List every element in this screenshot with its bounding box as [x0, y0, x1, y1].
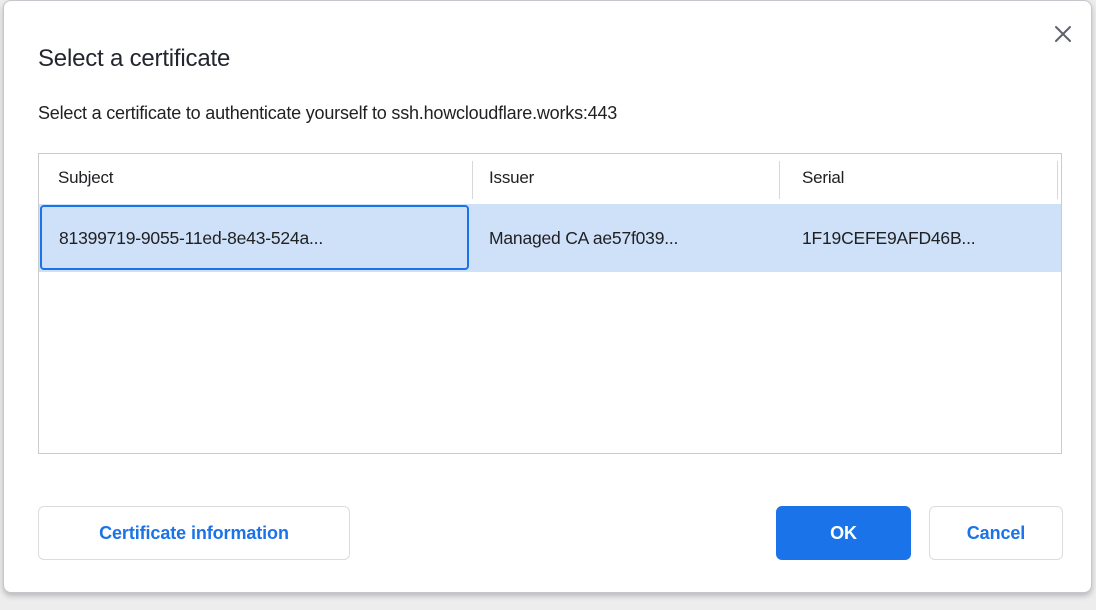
dialog-subtitle: Select a certificate to authenticate you… [38, 103, 617, 124]
certificate-row-selected[interactable]: 81399719-9055-11ed-8e43-524a... Managed … [39, 204, 1061, 272]
column-divider [472, 161, 473, 199]
column-divider [779, 161, 780, 199]
ok-button[interactable]: OK [776, 506, 911, 560]
column-header-serial: Serial [802, 168, 844, 188]
cancel-button[interactable]: Cancel [929, 506, 1063, 560]
close-button[interactable] [1047, 19, 1079, 49]
certificate-table: Subject Issuer Serial 81399719-9055-11ed… [38, 153, 1062, 454]
cell-subject: 81399719-9055-11ed-8e43-524a... [59, 204, 464, 272]
table-header: Subject Issuer Serial [39, 154, 1061, 204]
cell-serial: 1F19CEFE9AFD46B... [802, 204, 1052, 272]
certificate-information-button[interactable]: Certificate information [38, 506, 350, 560]
page-title: Select a certificate [38, 45, 230, 73]
column-divider [1057, 161, 1058, 199]
certificate-select-dialog: Select a certificate Select a certificat… [3, 0, 1092, 593]
column-header-issuer: Issuer [489, 168, 534, 188]
cell-issuer: Managed CA ae57f039... [489, 204, 771, 272]
close-icon [1052, 23, 1074, 45]
column-header-subject: Subject [58, 168, 113, 188]
